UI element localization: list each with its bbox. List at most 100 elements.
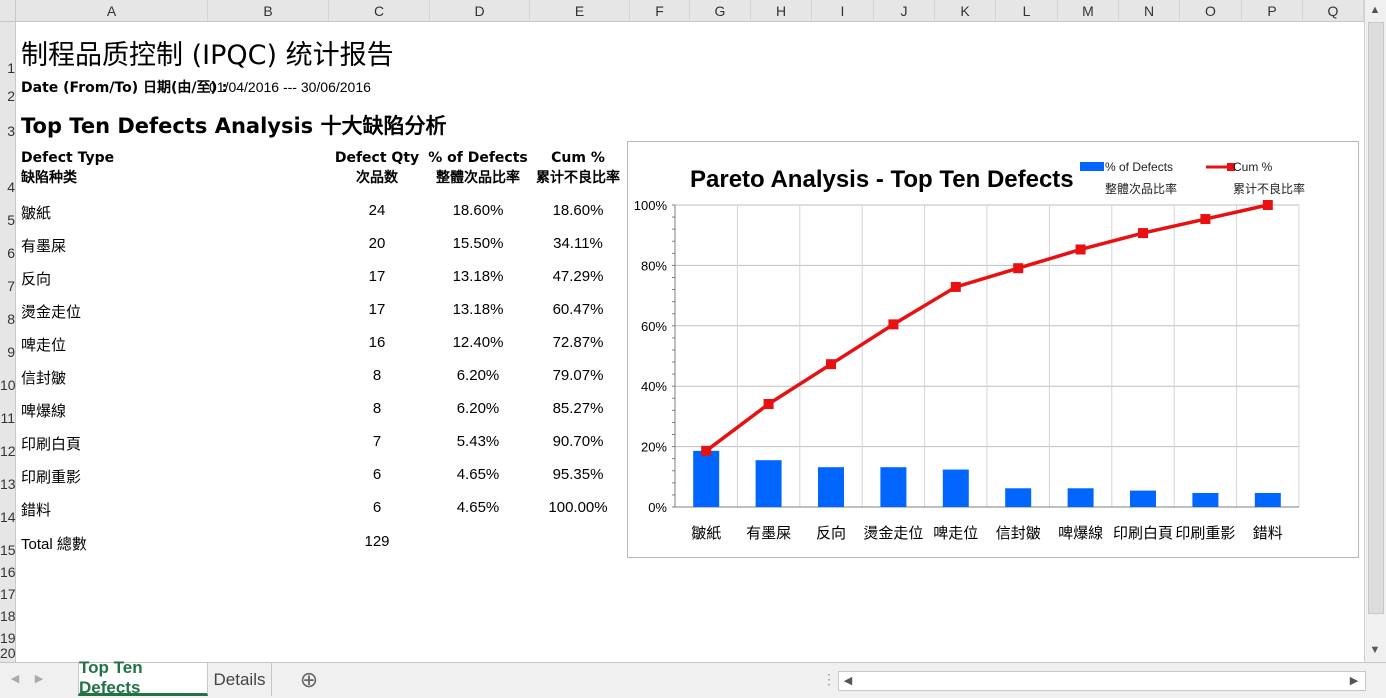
scroll-right-icon[interactable]: ▶ — [1345, 674, 1363, 687]
scroll-down-icon[interactable]: ▼ — [1366, 644, 1384, 656]
column-header-p[interactable]: P — [1242, 0, 1303, 22]
row-header-18[interactable]: 18 — [0, 608, 16, 624]
row-header-19[interactable]: 19 — [0, 630, 16, 646]
total-value: 129 — [364, 533, 390, 550]
row-header-10[interactable]: 10 — [0, 377, 16, 393]
table-cell-qty: 8 — [372, 367, 382, 384]
table-cell-cum: 18.60% — [552, 202, 604, 219]
date-value: 01/04/2016 --- 30/06/2016 — [209, 79, 371, 95]
table-cell-qty: 17 — [368, 301, 386, 318]
row-header-2[interactable]: 2 — [0, 88, 16, 104]
header-defect-qty: Defect Qty 次品数 — [327, 148, 427, 188]
bar-pct-defects — [1067, 488, 1094, 507]
row-header-9[interactable]: 9 — [0, 344, 16, 360]
header-pct-defects-cn: 整體次品比率 — [436, 170, 520, 186]
chart-title: Pareto Analysis - Top Ten Defects — [690, 166, 1074, 193]
select-all-corner[interactable] — [0, 0, 16, 22]
row-header-12[interactable]: 12 — [0, 443, 16, 459]
table-cell-cum: 34.11% — [553, 235, 603, 252]
header-defect-type: Defect Type 缺陷种类 — [21, 148, 114, 188]
horizontal-scroll-thumb[interactable] — [859, 674, 1319, 688]
scroll-up-icon[interactable]: ▲ — [1366, 4, 1384, 16]
table-cell-pct: 4.65% — [456, 466, 500, 483]
y-tick-label: 100% — [634, 198, 668, 213]
row-header-11[interactable]: 11 — [0, 410, 16, 426]
column-header-b[interactable]: B — [208, 0, 329, 22]
pareto-chart[interactable]: Pareto Analysis - Top Ten Defects % of De… — [627, 141, 1359, 558]
cum-pct-marker — [763, 398, 774, 409]
legend-bar-label-cn: 整體次品比率 — [1105, 181, 1177, 196]
tab-top-ten-defects[interactable]: Top Ten Defects — [78, 658, 208, 697]
row-header-7[interactable]: 7 — [0, 278, 16, 294]
column-header-e[interactable]: E — [530, 0, 630, 22]
column-header-a[interactable]: A — [16, 0, 208, 22]
x-tick-label: 有墨屎 — [746, 524, 791, 542]
row-header-8[interactable]: 8 — [0, 311, 16, 327]
table-cell-pct: 12.40% — [452, 334, 504, 351]
vertical-scroll-thumb[interactable] — [1368, 22, 1384, 614]
row-header-20[interactable]: 20 — [0, 645, 16, 661]
column-header-h[interactable]: H — [751, 0, 812, 22]
row-header-3[interactable]: 3 — [0, 123, 16, 139]
table-cell-qty: 6 — [372, 499, 382, 516]
table-cell-type: 印刷重影 — [21, 469, 82, 486]
row-header-16[interactable]: 16 — [0, 564, 16, 580]
legend-line-label: Cum % — [1233, 160, 1273, 174]
column-header-l[interactable]: L — [996, 0, 1058, 22]
column-header-d[interactable]: D — [430, 0, 530, 22]
column-header-f[interactable]: F — [630, 0, 690, 22]
scroll-left-icon[interactable]: ◀ — [839, 674, 857, 687]
column-header-q[interactable]: Q — [1303, 0, 1364, 22]
column-header-m[interactable]: M — [1058, 0, 1119, 22]
cum-pct-marker — [950, 281, 961, 292]
y-tick-label: 60% — [641, 319, 667, 334]
header-cum-pct-cn: 累计不良比率 — [536, 170, 620, 186]
column-header-c[interactable]: C — [329, 0, 430, 22]
tab-prev-icon[interactable]: ◀ — [6, 672, 24, 685]
column-header-j[interactable]: J — [874, 0, 935, 22]
report-title: 制程品质控制 (IPQC) 统计报告 — [21, 40, 394, 71]
tab-details[interactable]: Details — [208, 663, 272, 696]
bar-pct-defects — [942, 469, 969, 507]
x-tick-label: 啤走位 — [933, 524, 978, 542]
tab-next-icon[interactable]: ▶ — [30, 672, 48, 685]
date-label: Date (From/To) 日期(由/至) : — [21, 80, 228, 96]
row-header-14[interactable]: 14 — [0, 509, 16, 525]
horizontal-scrollbar[interactable]: ◀ ▶ — [838, 671, 1366, 691]
table-cell-pct: 4.65% — [456, 499, 500, 516]
cum-pct-marker — [1013, 263, 1024, 274]
row-header-4[interactable]: 4 — [0, 179, 16, 195]
table-cell-qty: 17 — [368, 268, 386, 285]
table-cell-pct: 13.18% — [452, 301, 504, 318]
header-cum-pct: Cum % 累计不良比率 — [532, 148, 624, 188]
y-tick-label: 40% — [641, 379, 667, 394]
cum-pct-marker — [701, 445, 712, 456]
row-header-1[interactable]: 1 — [0, 60, 16, 76]
x-tick-label: 啤爆線 — [1058, 524, 1103, 542]
x-tick-label: 錯料 — [1253, 524, 1283, 542]
row-header-15[interactable]: 15 — [0, 542, 16, 558]
tab-split-handle-icon[interactable]: ⋮ — [822, 671, 836, 688]
row-header-5[interactable]: 5 — [0, 212, 16, 228]
column-header-g[interactable]: G — [690, 0, 751, 22]
column-header-n[interactable]: N — [1119, 0, 1180, 22]
column-header-k[interactable]: K — [935, 0, 996, 22]
table-cell-type: 皺紙 — [21, 205, 52, 222]
table-cell-qty: 20 — [368, 235, 386, 252]
table-cell-cum: 60.47% — [552, 301, 604, 318]
y-tick-label: 20% — [641, 440, 667, 455]
column-header-i[interactable]: I — [812, 0, 874, 22]
table-cell-type: 反向 — [21, 271, 52, 288]
row-header-13[interactable]: 13 — [0, 476, 16, 492]
table-cell-type: 印刷白頁 — [21, 436, 82, 453]
table-cell-type: 信封皺 — [21, 370, 67, 387]
header-defect-qty-cn: 次品数 — [356, 170, 398, 186]
header-pct-defects-en: % of Defects — [428, 150, 528, 166]
row-header-17[interactable]: 17 — [0, 586, 16, 602]
row-header-6[interactable]: 6 — [0, 245, 16, 261]
add-sheet-icon[interactable]: ⊕ — [296, 663, 322, 696]
column-header-o[interactable]: O — [1180, 0, 1242, 22]
table-cell-cum: 95.35% — [552, 466, 604, 483]
vertical-scrollbar[interactable]: ▲ ▼ — [1364, 0, 1386, 662]
table-cell-type: 有墨屎 — [21, 238, 67, 255]
